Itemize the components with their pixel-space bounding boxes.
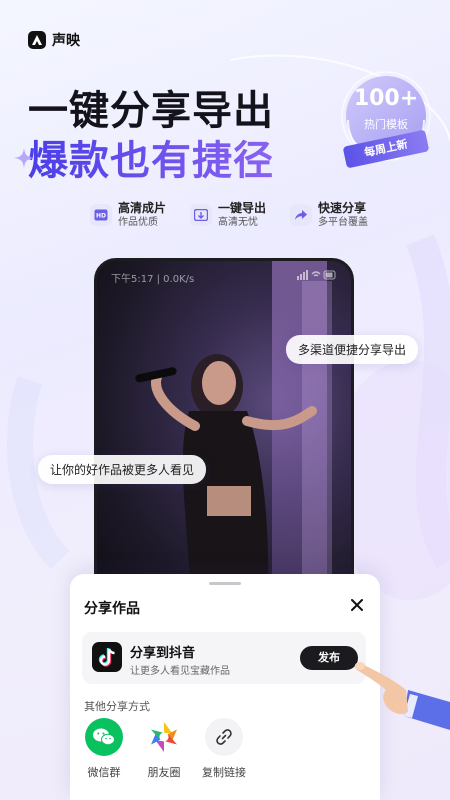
share-option-label: 微信群 [87, 766, 121, 779]
share-option-moments[interactable]: 朋友圈 [134, 718, 194, 780]
feature-list: HD 高清成片 作品优质 一键导出 高清无忧 快速分享 多平台覆盖 [90, 200, 380, 230]
douyin-icon [92, 642, 122, 672]
concert-photo [97, 261, 351, 615]
feature-subtitle: 高清无忧 [218, 217, 258, 228]
share-option-label: 复制链接 [202, 766, 246, 779]
sheet-drag-handle[interactable] [209, 582, 241, 585]
close-icon[interactable] [346, 594, 368, 616]
status-bar-time: 下午5:17 | 0.0K/s [111, 274, 195, 285]
feature-subtitle: 多平台覆盖 [318, 217, 368, 228]
douyin-title: 分享到抖音 [130, 646, 196, 661]
brand-logo-icon [28, 31, 46, 49]
feature-item: 快速分享 多平台覆盖 [290, 200, 380, 230]
moments-icon [145, 718, 183, 756]
link-icon [205, 718, 243, 756]
channels-bubble: 多渠道便捷分享导出 [286, 335, 419, 364]
share-sheet: 分享作品 分享到抖音 让更多人看见宝藏作品 发布 其他分享方式 微信群 朋友圈 … [70, 574, 380, 800]
svg-text:HD: HD [96, 213, 106, 220]
douyin-subtitle: 让更多人看见宝藏作品 [130, 666, 230, 677]
douyin-share-card[interactable]: 分享到抖音 让更多人看见宝藏作品 发布 [82, 632, 366, 684]
share-option-label: 朋友圈 [147, 766, 181, 779]
share-option-copy-link[interactable]: 复制链接 [194, 718, 254, 780]
feature-title: 高清成片 [118, 201, 167, 215]
wechat-icon [85, 718, 123, 756]
reach-bubble: 让你的好作品被更多人看见 [38, 455, 207, 484]
singer-silhouette [135, 354, 317, 615]
sheet-title: 分享作品 [84, 601, 140, 617]
other-share-title: 其他分享方式 [84, 700, 150, 713]
export-icon [190, 204, 212, 226]
feature-subtitle: 作品优质 [118, 217, 158, 228]
hd-icon: HD [90, 204, 112, 226]
subline: 爆款也有捷径 [28, 128, 274, 186]
badge-count: 100+ [353, 86, 419, 111]
templates-badge: 100+ 热门模板 每周上新 [338, 68, 434, 178]
status-bar-icons [297, 270, 337, 283]
phone-mockup: 下午5:17 | 0.0K/s [94, 258, 354, 618]
feature-item: HD 高清成片 作品优质 [90, 200, 180, 230]
feature-item: 一键导出 高清无忧 [190, 200, 280, 230]
pointing-hand-icon [354, 662, 450, 730]
share-option-wechat[interactable]: 微信群 [74, 718, 134, 780]
sparkle-icon [14, 148, 34, 168]
brand-name: 声映 [52, 33, 80, 49]
share-arrow-icon [290, 204, 312, 226]
brand: 声映 [28, 30, 80, 50]
feature-title: 快速分享 [318, 201, 367, 215]
feature-title: 一键导出 [218, 201, 267, 215]
